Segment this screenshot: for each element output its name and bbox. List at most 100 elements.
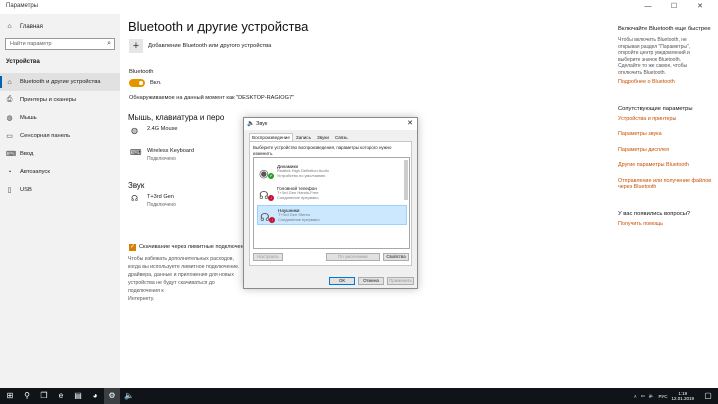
- disconnected-badge-icon: ↓: [268, 195, 274, 201]
- system-tray: ˄ ▭ 🔈 РУС 1:19 12.01.2019: [634, 388, 694, 404]
- apply-button[interactable]: Применить: [387, 277, 414, 285]
- sidebar-item-label: Принтеры и сканеры: [20, 97, 77, 103]
- speaker-icon: 🔈: [247, 121, 255, 127]
- related-title: Сопутствующие параметры: [618, 105, 693, 112]
- link-more-bt-settings[interactable]: Другие параметры Bluetooth: [618, 162, 714, 169]
- sidebar-item-bluetooth[interactable]: ⌂ Bluetooth и другие устройства: [0, 73, 120, 91]
- window-title: Параметры: [6, 3, 38, 9]
- search-icon[interactable]: ⌕: [107, 40, 111, 48]
- add-device-button[interactable]: +: [129, 39, 143, 53]
- sidebar-item-label: Мышь: [20, 115, 37, 121]
- keyboard-icon: ⌨: [6, 151, 17, 158]
- page-title: Bluetooth и другие устройства: [128, 19, 309, 34]
- clock[interactable]: 1:19 12.01.2019: [671, 391, 694, 402]
- search-icon[interactable]: ⚲: [19, 388, 35, 404]
- configure-button[interactable]: Настроить: [253, 253, 283, 261]
- playback-device-list: ◉ ✔ Динамики Realtek High Definition Aud…: [253, 157, 410, 249]
- get-help-link[interactable]: Получить помощь: [618, 221, 714, 228]
- sound-app-icon[interactable]: 🔈: [121, 388, 137, 404]
- sidebar-nav: ⌂ Bluetooth и другие устройства ⎙ Принте…: [0, 73, 120, 199]
- bt-more-link[interactable]: Подробнее о Bluetooth: [618, 79, 714, 86]
- settings-icon[interactable]: ⚙: [104, 388, 120, 404]
- add-device-label[interactable]: Добавление Bluetooth или другого устройс…: [148, 43, 271, 49]
- headset-icon: ☊ ↓: [259, 190, 274, 202]
- device-item-keyboard[interactable]: ⌨ Wireless Keyboard Подключено: [130, 148, 194, 162]
- file-explorer-icon[interactable]: ▤: [70, 388, 86, 404]
- chrome-icon[interactable]: ◕: [87, 388, 103, 404]
- link-bt-file-transfer[interactable]: Отправление или получение файлов через B…: [618, 178, 714, 191]
- playback-device-headphones[interactable]: ☊ ↓ Наушники T+3rd Gen Stereo Соединение…: [257, 205, 407, 225]
- disconnected-badge-icon: ↓: [269, 217, 275, 223]
- sidebar-item-input[interactable]: ⌨ Ввод: [0, 145, 120, 163]
- device-name: 2.4G Mouse: [147, 126, 178, 132]
- sidebar-item-label: USB: [20, 187, 32, 193]
- start-icon[interactable]: ⊞: [2, 388, 18, 404]
- ok-button[interactable]: ОК: [329, 277, 355, 285]
- title-bar: Параметры — ☐ ✕: [0, 0, 718, 14]
- sidebar-item-label: Сенсорная панель: [20, 133, 71, 139]
- right-panel: Включайте Bluetooth еще быстрее Чтобы вк…: [618, 14, 714, 314]
- device-item-headphones[interactable]: ☊ T+3rd Gen Подключено: [130, 194, 176, 208]
- close-button[interactable]: ✕: [690, 0, 710, 14]
- sidebar: ⌂ Главная Найти параметр ⌕ Устройства ⌂ …: [0, 14, 120, 388]
- task-view-icon[interactable]: ❐: [36, 388, 52, 404]
- dialog-title-bar: 🔈 Звук ✕: [244, 118, 417, 130]
- headphones-icon: ☊: [130, 194, 139, 203]
- help-title: У вас появились вопросы?: [618, 210, 691, 217]
- edge-icon[interactable]: e: [53, 388, 69, 404]
- sidebar-item-usb[interactable]: ▯ USB: [0, 181, 120, 199]
- tray-chevron-icon[interactable]: ˄: [634, 394, 637, 399]
- bt-tip-text: Чтобы включить Bluetooth, не открывая ра…: [618, 37, 691, 76]
- device-state: Соединение прервано: [278, 216, 320, 222]
- mouse-icon: ◍: [131, 126, 138, 135]
- mouse-section-title: Мышь, клавиатура и перо: [128, 113, 225, 122]
- properties-button[interactable]: Свойства: [383, 253, 409, 261]
- network-icon[interactable]: ▭: [641, 393, 645, 399]
- link-display-settings[interactable]: Параметры дисплея: [618, 147, 714, 154]
- volume-icon[interactable]: 🔈: [649, 393, 655, 399]
- device-list-scrollbar[interactable]: [404, 160, 408, 200]
- metered-description: Чтобы избежать дополнительных расходов, …: [128, 256, 240, 302]
- notification-icon[interactable]: ▢: [700, 388, 716, 404]
- device-name: Wireless Keyboard: [147, 148, 194, 154]
- sidebar-item-label: Ввод: [20, 151, 34, 157]
- device-item-mouse[interactable]: ◍ 2.4G Mouse: [130, 126, 177, 135]
- keyboard-icon: ⌨: [130, 148, 142, 157]
- search-input[interactable]: Найти параметр ⌕: [5, 38, 115, 50]
- bt-tip-title: Включайте Bluetooth еще быстрее: [618, 26, 711, 32]
- sidebar-item-printers[interactable]: ⎙ Принтеры и сканеры: [0, 91, 120, 109]
- set-default-dropdown[interactable]: По умолчанию: [326, 253, 380, 261]
- headphones-icon: ☊ ↓: [260, 212, 275, 224]
- taskbar: ⊞ ⚲ ❐ e ▤ ◕ ⚙ 🔈 ˄ ▭ 🔈 РУС 1:19 12.01.201…: [0, 388, 718, 404]
- tab-recording[interactable]: Запись: [293, 133, 314, 141]
- dialog-title: Звук: [256, 121, 268, 127]
- link-sound-settings[interactable]: Параметры звука: [618, 131, 714, 138]
- sound-section-title: Звук: [128, 181, 145, 190]
- playback-device-headset[interactable]: ☊ ↓ Головной телефон T+3rd Gen Hands-Fre…: [257, 183, 407, 203]
- sidebar-item-mouse[interactable]: ◍ Мышь: [0, 109, 120, 127]
- sidebar-item-touchpad[interactable]: ▭ Сенсорная панель: [0, 127, 120, 145]
- cancel-button[interactable]: Отмена: [358, 277, 384, 285]
- bluetooth-label: Bluetooth: [129, 69, 154, 75]
- speakers-icon: ◉ ✔: [259, 168, 274, 180]
- clock-date: 12.01.2019: [671, 396, 694, 401]
- sidebar-item-label: Bluetooth и другие устройства: [20, 79, 101, 85]
- dialog-close-button[interactable]: ✕: [407, 119, 413, 127]
- playback-device-speakers[interactable]: ◉ ✔ Динамики Realtek High Definition Aud…: [257, 161, 407, 181]
- sidebar-section-title: Устройства: [6, 59, 40, 65]
- tab-sounds[interactable]: Звуки: [314, 133, 332, 141]
- language-indicator[interactable]: РУС: [658, 394, 667, 399]
- minimize-button[interactable]: —: [638, 0, 658, 14]
- touchpad-icon: ▭: [6, 133, 13, 140]
- bluetooth-icon: ⌂: [7, 78, 12, 86]
- metered-checkbox[interactable]: ✓: [129, 244, 136, 251]
- tab-playback[interactable]: Воспроизведение: [249, 133, 293, 141]
- maximize-button[interactable]: ☐: [664, 0, 684, 14]
- autoplay-icon: ◔: [7, 168, 12, 176]
- printer-icon: ⎙: [6, 96, 13, 103]
- link-devices-printers[interactable]: Устройства и принтеры: [618, 116, 714, 123]
- sidebar-item-autoplay[interactable]: ◔ Автозапуск: [0, 163, 120, 181]
- tab-communications[interactable]: Связь: [332, 133, 351, 141]
- sidebar-home[interactable]: ⌂ Главная: [6, 23, 42, 30]
- bluetooth-toggle[interactable]: [129, 79, 145, 87]
